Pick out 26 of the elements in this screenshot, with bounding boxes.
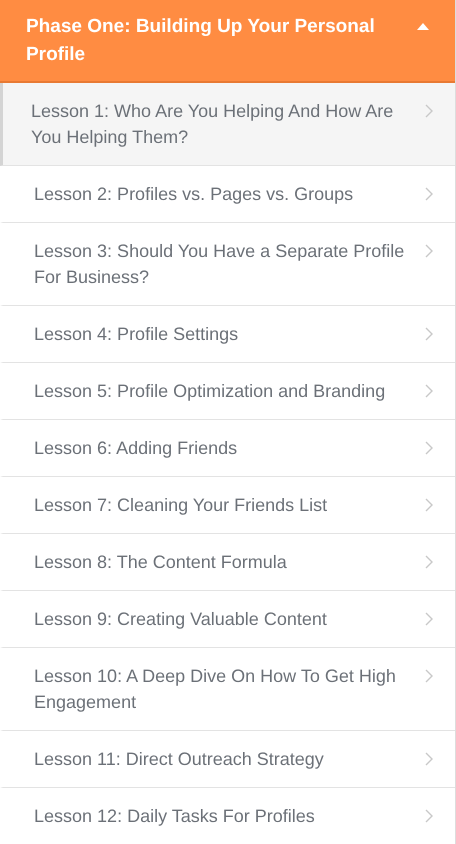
chevron-right-icon xyxy=(425,669,433,683)
chevron-right-icon xyxy=(425,384,433,398)
lesson-item[interactable]: Lesson 6: Adding Friends xyxy=(0,420,455,477)
lesson-item[interactable]: Lesson 9: Creating Valuable Content xyxy=(0,591,455,648)
lesson-item[interactable]: Lesson 11: Direct Outreach Strategy xyxy=(0,731,455,788)
lesson-item[interactable]: Lesson 8: The Content Formula xyxy=(0,534,455,591)
caret-icon xyxy=(417,23,429,30)
lesson-item[interactable]: Lesson 2: Profiles vs. Pages vs. Groups xyxy=(0,166,455,223)
lesson-item[interactable]: Lesson 7: Cleaning Your Friends List xyxy=(0,477,455,534)
chevron-right-icon xyxy=(425,809,433,823)
chevron-right-icon xyxy=(425,441,433,455)
section-title: Phase One: Building Up Your Personal Profile xyxy=(26,15,376,67)
chevron-right-icon xyxy=(425,244,433,258)
lesson-item[interactable]: Lesson 5: Profile Optimization and Branding xyxy=(0,363,455,420)
lesson-item[interactable]: Lesson 3: Should You Have a Separate Profile For Business? xyxy=(0,223,455,306)
chevron-right-icon xyxy=(425,187,433,201)
lesson-item[interactable]: Lesson 4: Profile Settings xyxy=(0,306,455,363)
lesson-item[interactable]: Lesson 10: A Deep Dive On How To Get High Engagement xyxy=(0,648,455,731)
chevron-right-icon xyxy=(425,104,433,118)
lesson-item[interactable]: Lesson 1: Who Are You Helping And How Are You Helping Them? xyxy=(0,83,455,166)
chevron-right-icon xyxy=(425,555,433,569)
chevron-right-icon xyxy=(425,327,433,341)
chevron-right-icon xyxy=(425,612,433,626)
chevron-right-icon xyxy=(425,498,433,512)
lesson-item[interactable]: Lesson 12: Daily Tasks For Profiles xyxy=(0,788,455,844)
chevron-right-icon xyxy=(425,752,433,766)
